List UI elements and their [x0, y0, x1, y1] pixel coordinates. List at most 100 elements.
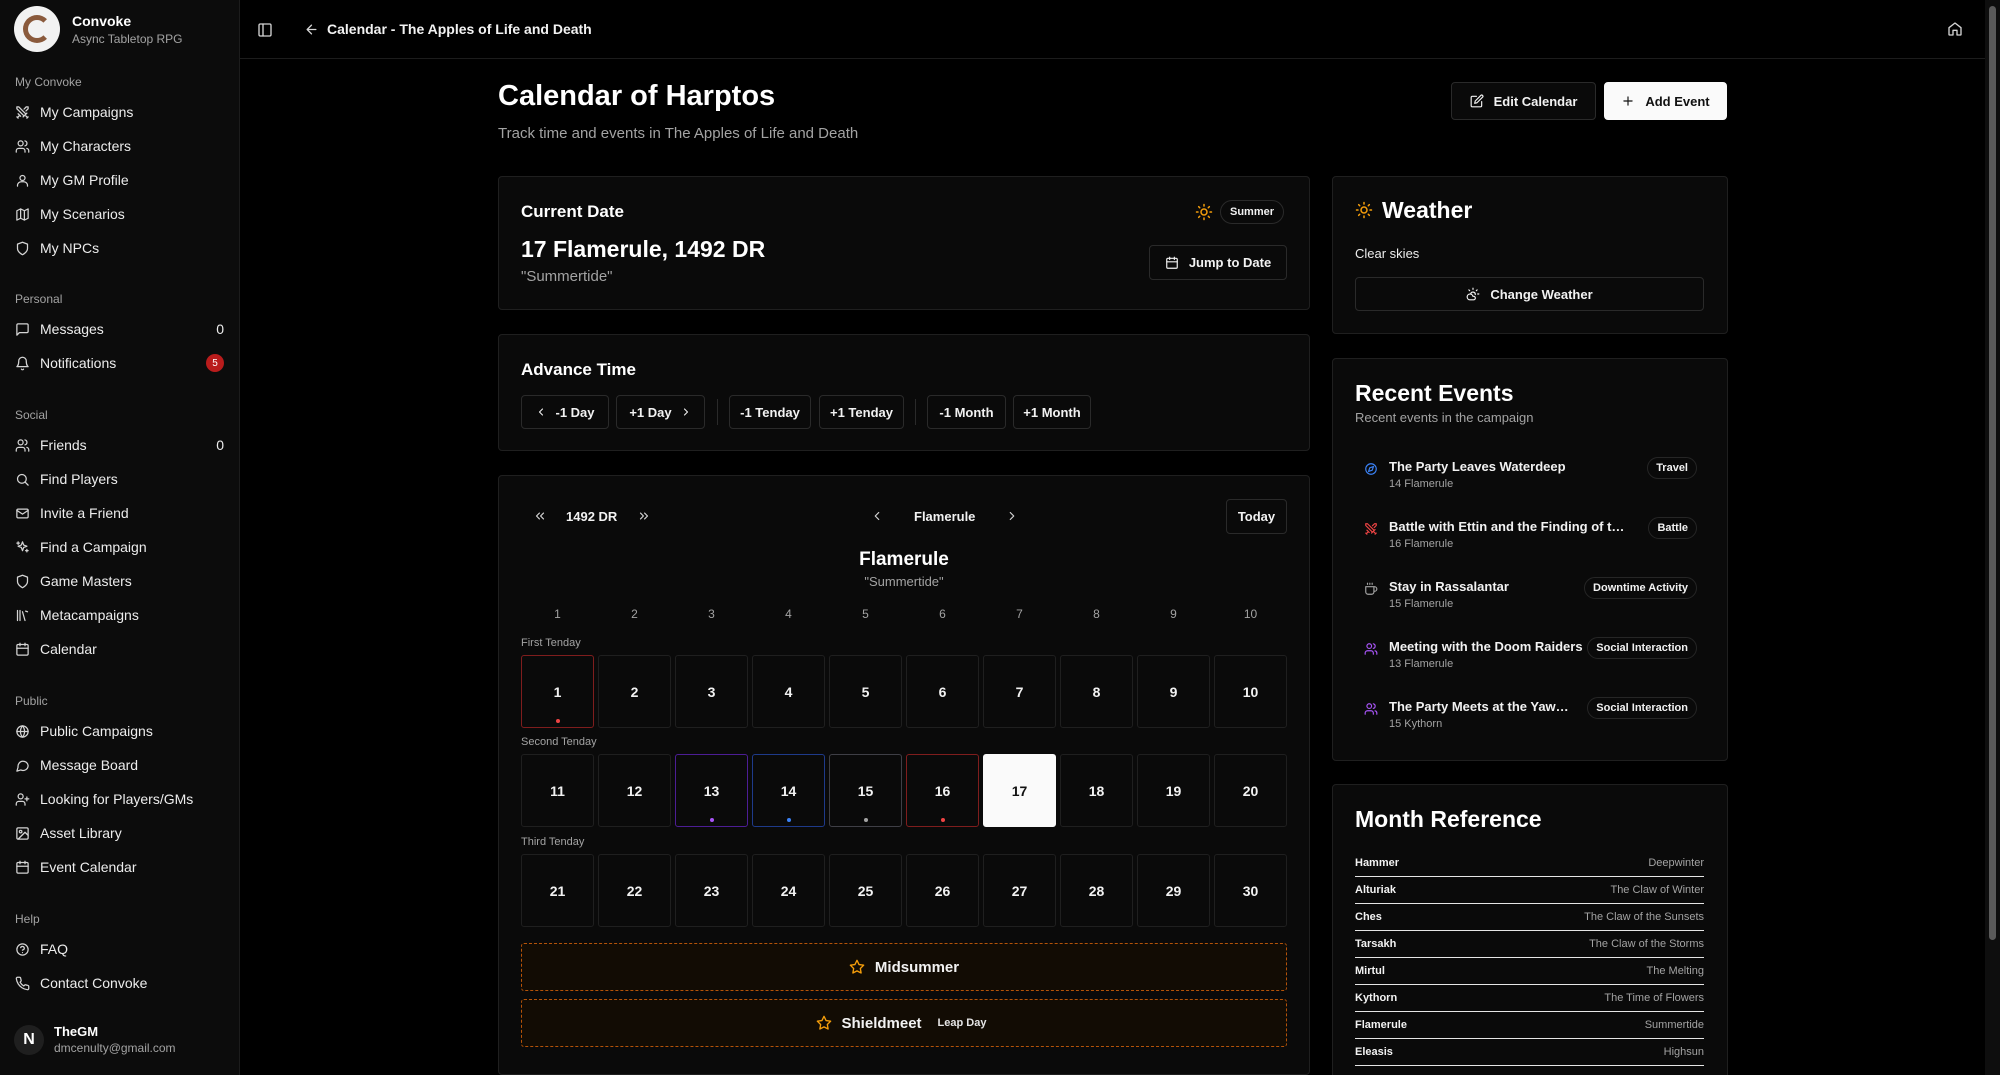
chevron-left-icon[interactable] — [870, 509, 884, 523]
month-common-name: Highsun — [1663, 1046, 1704, 1058]
current-date-heading: Current Date — [521, 202, 624, 221]
nav-section-my-convoke: My Convoke My Campaigns My Characters My… — [0, 73, 240, 265]
sidebar-item-message-board[interactable]: Message Board — [0, 748, 240, 782]
day-cell[interactable]: 3 — [675, 655, 748, 728]
minus-day-label: -1 Day — [555, 404, 595, 420]
day-cell[interactable]: 23 — [675, 854, 748, 927]
day-cell[interactable]: 4 — [752, 655, 825, 728]
day-cell-selected[interactable]: 17 — [983, 754, 1056, 827]
sidebar-item-calendar[interactable]: Calendar — [0, 632, 240, 666]
day-cell[interactable]: 6 — [906, 655, 979, 728]
day-cell[interactable]: 16 — [906, 754, 979, 827]
plus-month-button[interactable]: +1 Month — [1013, 395, 1091, 429]
plus-day-button[interactable]: +1 Day — [616, 395, 705, 429]
today-button[interactable]: Today — [1226, 499, 1287, 534]
day-cell[interactable]: 24 — [752, 854, 825, 927]
day-cell[interactable]: 7 — [983, 655, 1056, 728]
sidebar-item-looking-for-players[interactable]: Looking for Players/GMs — [0, 782, 240, 816]
sidebar-item-find-players[interactable]: Find Players — [0, 462, 240, 496]
event-date: 15 Kythorn — [1389, 718, 1443, 730]
scrollbar-thumb[interactable] — [1989, 6, 1996, 940]
sidebar-item-faq[interactable]: FAQ — [0, 932, 240, 966]
current-date-quote: "Summertide" — [521, 268, 613, 285]
day-cell[interactable]: 12 — [598, 754, 671, 827]
minus-month-button[interactable]: -1 Month — [927, 395, 1006, 429]
day-cell[interactable]: 18 — [1060, 754, 1133, 827]
scrollbar[interactable] — [1985, 0, 2000, 1075]
day-cell[interactable]: 10 — [1214, 655, 1287, 728]
sidebar-item-invite-friend[interactable]: Invite a Friend — [0, 496, 240, 530]
sidebar-item-my-characters[interactable]: My Characters — [0, 129, 240, 163]
day-cell[interactable]: 5 — [829, 655, 902, 728]
day-cell[interactable]: 19 — [1137, 754, 1210, 827]
chevron-right-icon[interactable] — [1005, 509, 1019, 523]
day-cell[interactable]: 28 — [1060, 854, 1133, 927]
month-common-name: The Time of Flowers — [1604, 992, 1704, 1004]
day-cell[interactable]: 30 — [1214, 854, 1287, 927]
plus-tenday-button[interactable]: +1 Tenday — [819, 395, 904, 429]
day-number: 9 — [1169, 683, 1178, 700]
festival-day-midsummer[interactable]: Midsummer — [521, 943, 1287, 991]
sidebar-item-my-scenarios[interactable]: My Scenarios — [0, 197, 240, 231]
day-cell[interactable]: 27 — [983, 854, 1056, 927]
event-item[interactable]: Stay in Rassalantar 15 Flamerule Downtim… — [1361, 577, 1697, 619]
sidebar-item-friends[interactable]: Friends 0 — [0, 428, 240, 462]
weekday-header: 3 — [708, 607, 715, 621]
day-cell[interactable]: 8 — [1060, 655, 1133, 728]
chevrons-right-icon[interactable] — [637, 509, 651, 523]
user-profile[interactable]: N TheGM dmcenulty@gmail.com — [14, 1024, 176, 1055]
day-cell[interactable]: 22 — [598, 854, 671, 927]
festival-day-shieldmeet[interactable]: Shieldmeet Leap Day — [521, 999, 1287, 1047]
day-cell[interactable]: 26 — [906, 854, 979, 927]
sidebar-item-label: Find Players — [40, 471, 118, 487]
sidebar-item-my-campaigns[interactable]: My Campaigns — [0, 95, 240, 129]
library-icon — [16, 609, 29, 621]
day-cell[interactable]: 21 — [521, 854, 594, 927]
day-cell[interactable]: 1 — [521, 655, 594, 728]
edit-calendar-button[interactable]: Edit Calendar — [1451, 82, 1596, 120]
sidebar-item-find-campaign[interactable]: Find a Campaign — [0, 530, 240, 564]
star-icon — [849, 959, 865, 974]
sidebar-item-label: My Characters — [40, 138, 132, 154]
day-cell[interactable]: 20 — [1214, 754, 1287, 827]
month-row: Ches The Claw of the Sunsets — [1355, 904, 1704, 931]
event-type-badge: Social Interaction — [1587, 637, 1697, 659]
month-name: Tarsakh — [1355, 938, 1397, 950]
day-number: 5 — [861, 683, 870, 700]
home-icon[interactable] — [1947, 21, 1963, 37]
sidebar-item-messages[interactable]: Messages 0 — [0, 312, 240, 346]
weekday-header: 7 — [1016, 607, 1023, 621]
day-cell[interactable]: 25 — [829, 854, 902, 927]
day-cell[interactable]: 9 — [1137, 655, 1210, 728]
back-arrow-icon[interactable] — [304, 22, 319, 37]
event-item[interactable]: Meeting with the Doom Raiders 13 Flameru… — [1361, 637, 1697, 679]
event-item[interactable]: Battle with Ettin and the Finding of the… — [1361, 517, 1697, 559]
sidebar-item-contact[interactable]: Contact Convoke — [0, 966, 240, 1000]
event-item[interactable]: The Party Meets at the Yawning Portal 15… — [1361, 697, 1697, 739]
sidebar-item-event-calendar[interactable]: Event Calendar — [0, 850, 240, 884]
sidebar-item-notifications[interactable]: Notifications 5 — [0, 346, 240, 380]
minus-day-button[interactable]: -1 Day — [521, 395, 609, 429]
day-cell[interactable]: 15 — [829, 754, 902, 827]
notifications-badge: 5 — [206, 354, 224, 372]
day-cell[interactable]: 14 — [752, 754, 825, 827]
sidebar-item-public-campaigns[interactable]: Public Campaigns — [0, 714, 240, 748]
minus-tenday-button[interactable]: -1 Tenday — [729, 395, 811, 429]
day-cell[interactable]: 13 — [675, 754, 748, 827]
brand[interactable]: Convoke Async Tabletop RPG — [14, 6, 183, 52]
sidebar-toggle-icon[interactable] — [257, 22, 273, 38]
day-cell[interactable]: 2 — [598, 655, 671, 728]
add-event-button[interactable]: Add Event — [1604, 82, 1727, 120]
event-item[interactable]: The Party Leaves Waterdeep 14 Flamerule … — [1361, 457, 1697, 499]
day-cell[interactable]: 11 — [521, 754, 594, 827]
sidebar-item-metacampaigns[interactable]: Metacampaigns — [0, 598, 240, 632]
sidebar-item-my-gm-profile[interactable]: My GM Profile — [0, 163, 240, 197]
sidebar-item-game-masters[interactable]: Game Masters — [0, 564, 240, 598]
day-number: 3 — [707, 683, 716, 700]
chevrons-left-icon[interactable] — [533, 509, 547, 523]
sidebar-item-my-npcs[interactable]: My NPCs — [0, 231, 240, 265]
change-weather-button[interactable]: Change Weather — [1355, 277, 1704, 311]
jump-to-date-button[interactable]: Jump to Date — [1149, 245, 1287, 280]
sidebar-item-asset-library[interactable]: Asset Library — [0, 816, 240, 850]
day-cell[interactable]: 29 — [1137, 854, 1210, 927]
